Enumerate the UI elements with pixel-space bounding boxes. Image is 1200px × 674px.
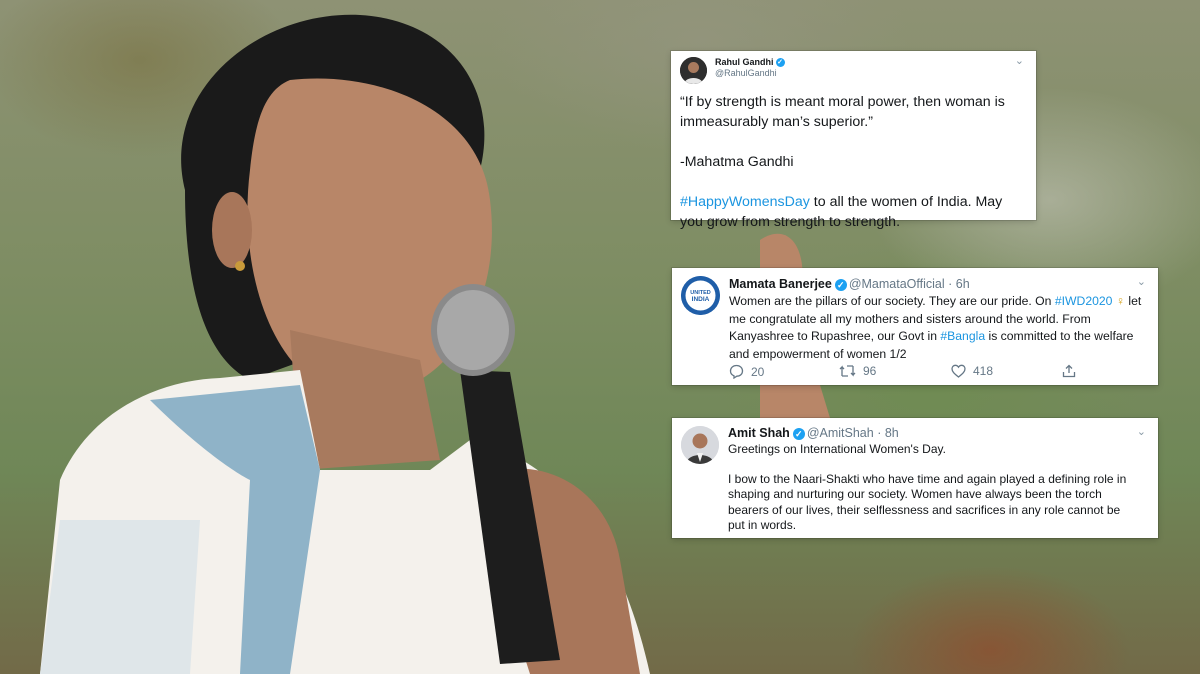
retweet-icon bbox=[839, 365, 856, 377]
united-india-logo-icon: UNITED INDIA bbox=[681, 276, 720, 315]
tweet-header: Rahul Gandhi ✓ @RahulGandhi bbox=[715, 57, 785, 79]
user-handle[interactable]: @MamataOfficial bbox=[849, 277, 945, 291]
timestamp[interactable]: · 8h bbox=[877, 426, 899, 440]
svg-text:INDIA: INDIA bbox=[692, 296, 710, 303]
female-sign-icon: ♀ bbox=[1115, 294, 1125, 308]
tweet-paragraph: I bow to the Naari-Shakti who have time … bbox=[728, 472, 1127, 532]
tweet-paragraph: Women are the pillars of our society. Th… bbox=[729, 293, 1153, 363]
tweet-line: #HappyWomensDay to all the women of Indi… bbox=[680, 192, 1028, 232]
tweet-rahul-gandhi[interactable]: Rahul Gandhi ✓ @RahulGandhi ⌄ “If by stre… bbox=[671, 51, 1036, 230]
chevron-down-icon[interactable]: ⌄ bbox=[1015, 56, 1024, 67]
like-count: 418 bbox=[973, 364, 994, 378]
retweet-button[interactable]: 96 bbox=[839, 364, 876, 378]
reply-icon bbox=[729, 364, 744, 379]
tweet-paragraph: Greetings on International Women's Day. bbox=[728, 442, 946, 456]
display-name[interactable]: Mamata Banerjee bbox=[729, 277, 832, 291]
tweet-amit-shah[interactable]: Amit Shah ✓ @AmitShah · 8h ⌄ Greetings on … bbox=[672, 418, 1158, 538]
verified-icon: ✓ bbox=[792, 427, 805, 440]
share-button[interactable] bbox=[1062, 364, 1076, 378]
tweet-text: Women are the pillars of our society. Th… bbox=[729, 293, 1153, 363]
reply-count: 20 bbox=[751, 364, 765, 379]
tweet-line: -Mahatma Gandhi bbox=[680, 154, 794, 170]
tweet-text-part: Women are the pillars of our society. Th… bbox=[729, 294, 1055, 308]
display-name[interactable]: Amit Shah bbox=[728, 426, 790, 440]
chevron-down-icon[interactable]: ⌄ bbox=[1137, 427, 1146, 438]
avatar[interactable] bbox=[680, 57, 707, 84]
share-icon bbox=[1062, 364, 1076, 378]
user-handle[interactable]: @AmitShah bbox=[807, 426, 874, 440]
profile-photo-icon bbox=[681, 426, 719, 464]
avatar[interactable]: UNITED INDIA bbox=[681, 276, 720, 315]
hashtag-link[interactable]: #IWD2020 bbox=[1055, 294, 1113, 308]
tweet-header: Amit Shah ✓ @AmitShah · 8h bbox=[728, 426, 899, 441]
timestamp[interactable]: · 6h bbox=[948, 277, 970, 291]
hashtag-link[interactable]: #Bangla bbox=[940, 329, 985, 343]
tweet-text: “If by strength is meant moral power, th… bbox=[680, 92, 1028, 232]
chevron-down-icon[interactable]: ⌄ bbox=[1137, 277, 1146, 288]
verified-icon: ✓ bbox=[775, 58, 785, 68]
display-name[interactable]: Rahul Gandhi bbox=[715, 57, 774, 67]
reply-button[interactable]: 20 bbox=[729, 364, 764, 379]
like-button[interactable]: 418 bbox=[951, 364, 993, 378]
tweet-header: Mamata Banerjee ✓ @MamataOfficial · 6h bbox=[729, 277, 970, 292]
hashtag-link[interactable]: #HappyWomensDay bbox=[680, 194, 810, 210]
tweet-text: Greetings on International Women's Day. … bbox=[728, 442, 1138, 533]
heart-icon bbox=[951, 364, 966, 378]
verified-icon: ✓ bbox=[834, 278, 847, 291]
tweet-mamata-banerjee[interactable]: UNITED INDIA Mamata Banerjee ✓ @MamataOffi… bbox=[672, 268, 1158, 385]
avatar[interactable] bbox=[681, 426, 719, 464]
user-handle[interactable]: @RahulGandhi bbox=[715, 68, 785, 79]
profile-photo-icon bbox=[680, 57, 707, 84]
tweet-line: “If by strength is meant moral power, th… bbox=[680, 94, 1005, 130]
tweet-actions: 20 96 418 bbox=[729, 364, 1149, 382]
retweet-count: 96 bbox=[863, 364, 877, 378]
